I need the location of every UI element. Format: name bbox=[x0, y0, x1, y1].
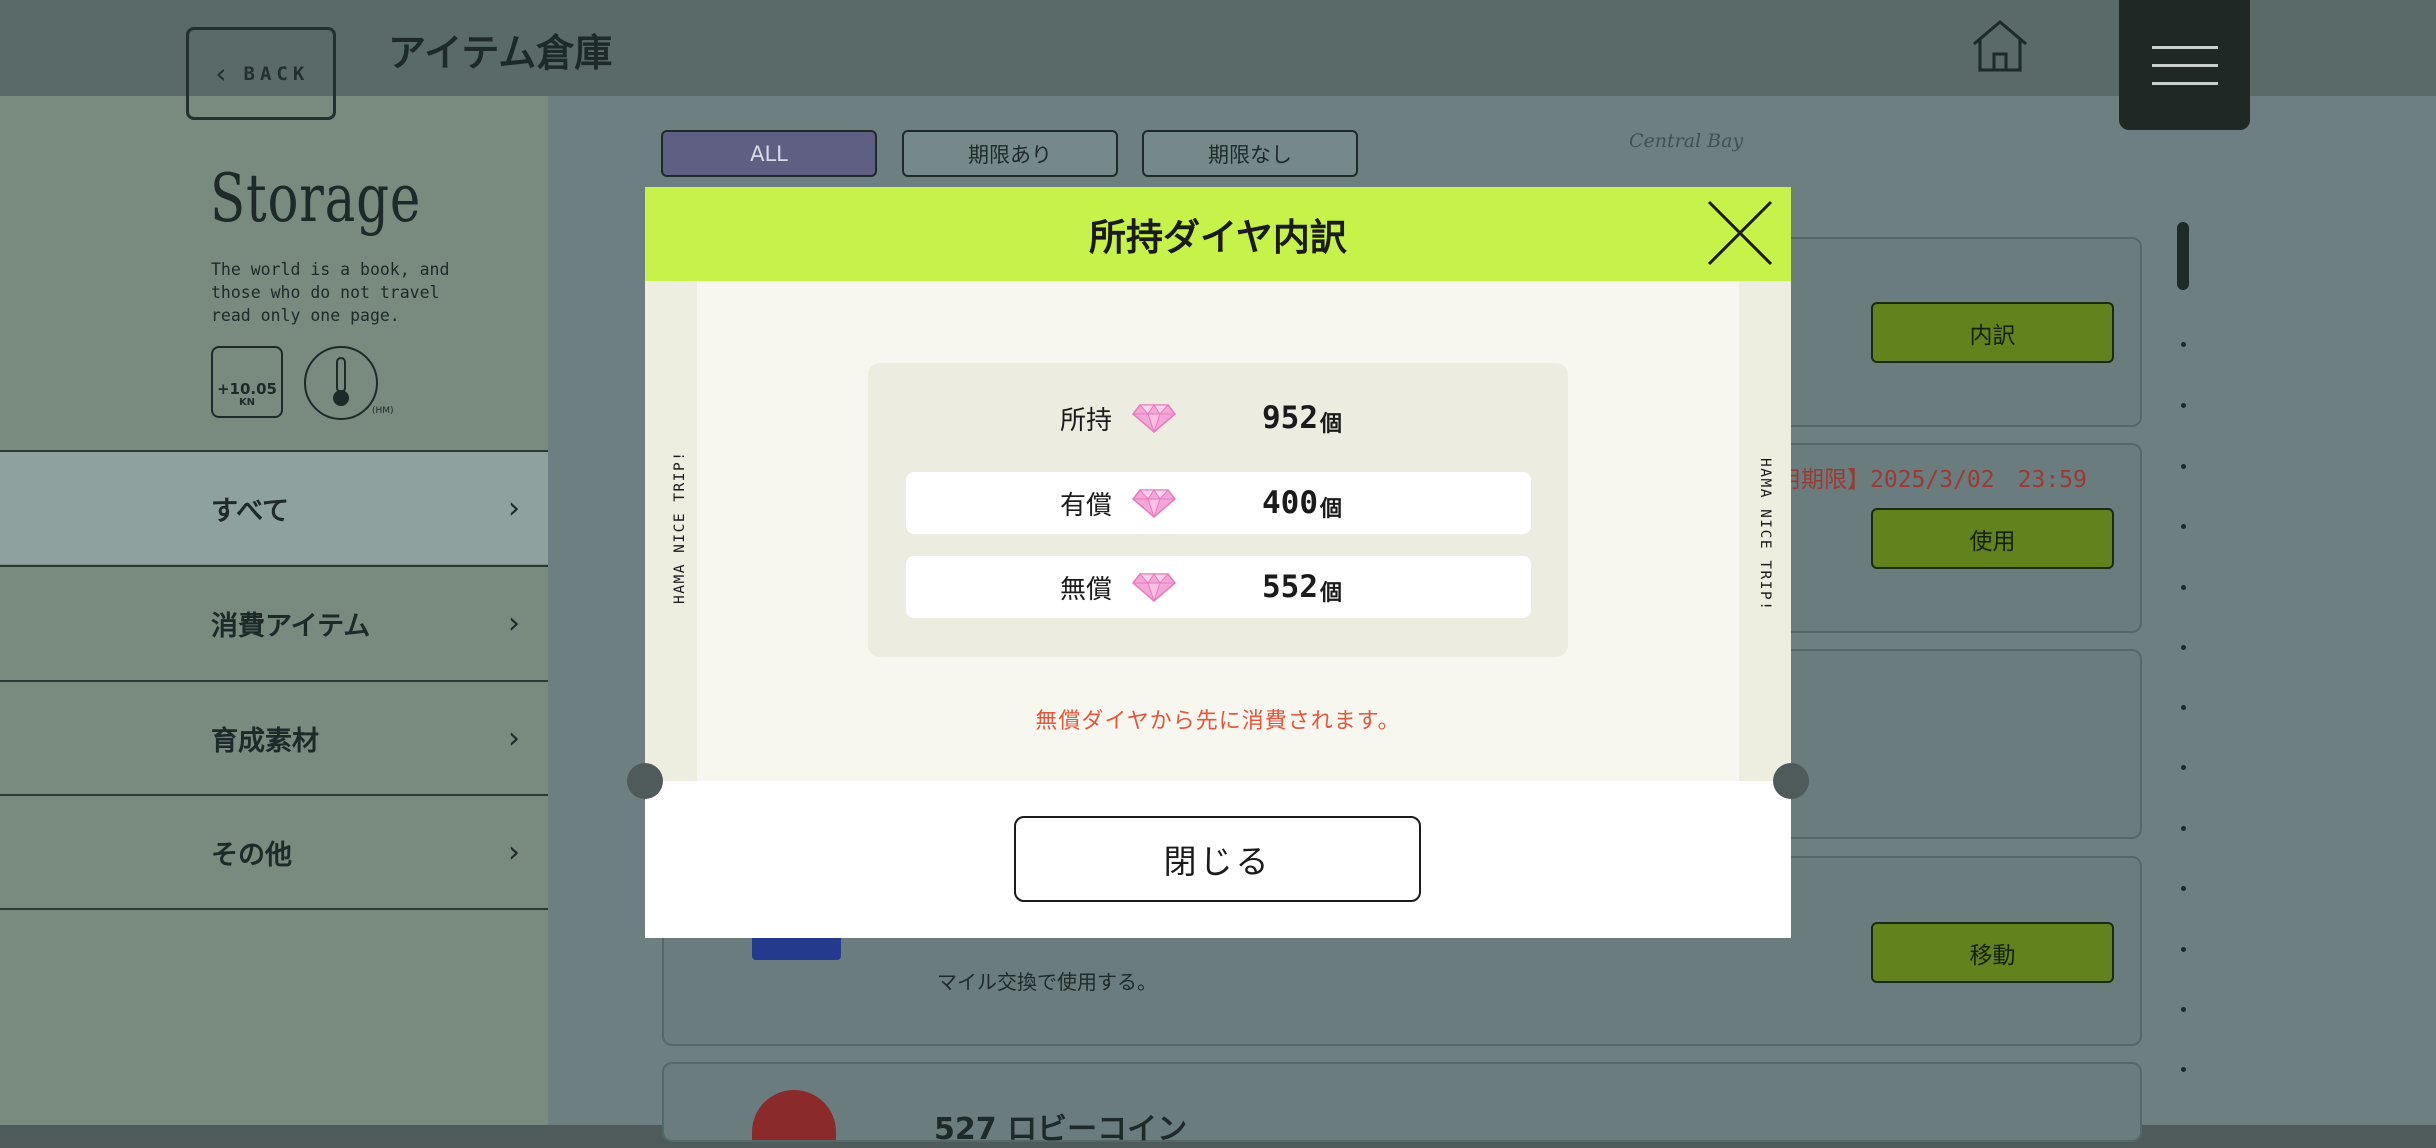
scroll-dot bbox=[2181, 464, 2186, 469]
sidebar-item-consumables[interactable]: 消費アイテム › bbox=[0, 565, 548, 679]
modal-header: 所持ダイヤ内訳 bbox=[645, 187, 1791, 281]
scroll-dot bbox=[2181, 765, 2186, 770]
consumption-notice: 無償ダイヤから先に消費されます。 bbox=[1035, 709, 1401, 734]
wind-value: +10.05 bbox=[216, 380, 277, 398]
expiry-text: 用期限】2025/3/02 23:59 bbox=[1778, 467, 2087, 493]
scroll-dot bbox=[2181, 1067, 2186, 1072]
tab-no-expiry[interactable]: 期限なし bbox=[1142, 130, 1358, 177]
storage-title: Storage bbox=[210, 160, 422, 237]
chevron-right-icon: › bbox=[508, 720, 520, 756]
row-unit: 個 bbox=[1320, 497, 1343, 522]
scrollbar-thumb[interactable] bbox=[2177, 222, 2189, 290]
use-button[interactable]: 使用 bbox=[1871, 508, 2114, 569]
top-bar bbox=[0, 0, 2436, 96]
sidebar-item-label: 消費アイテム bbox=[211, 610, 371, 642]
diamond-gem-icon bbox=[1132, 573, 1176, 602]
home-icon[interactable] bbox=[1968, 16, 2032, 76]
chevron-right-icon: › bbox=[508, 490, 520, 526]
sidebar-item-other[interactable]: その他 › bbox=[0, 794, 548, 908]
storage-quote: The world is a book, and those who do no… bbox=[211, 260, 450, 325]
item-name: 527 ロビーコイン bbox=[934, 1112, 1188, 1147]
owned-row: 所持 952 個 bbox=[906, 387, 1531, 449]
row-label: 無償 bbox=[1059, 574, 1112, 605]
sidebar-item-materials[interactable]: 育成素材 › bbox=[0, 680, 548, 794]
wind-speed-icon: +10.05 KN bbox=[211, 346, 283, 418]
scroll-dot bbox=[2181, 645, 2186, 650]
diamond-gem-icon bbox=[1132, 489, 1176, 518]
page-title: アイテム倉庫 bbox=[388, 31, 613, 75]
scroll-dot bbox=[2181, 585, 2186, 590]
row-value: 952 bbox=[1262, 400, 1318, 436]
side-text-right: HAMA NICE TRIP! bbox=[1757, 458, 1773, 612]
tab-with-expiry[interactable]: 期限あり bbox=[902, 130, 1118, 177]
sidebar-item-all[interactable]: すべて › bbox=[0, 450, 548, 564]
chevron-left-icon: ‹ bbox=[212, 57, 230, 90]
scroll-dot bbox=[2181, 403, 2186, 408]
close-icon[interactable] bbox=[1707, 200, 1773, 266]
chevron-right-icon: › bbox=[508, 605, 520, 641]
row-unit: 個 bbox=[1320, 412, 1343, 437]
back-button[interactable]: ‹ BACK bbox=[186, 27, 336, 120]
sidebar-item-label: その他 bbox=[211, 839, 292, 871]
map-label: Central Bay bbox=[1629, 130, 1744, 152]
paid-row: 有償 400 個 bbox=[906, 472, 1531, 534]
thermometer-icon bbox=[304, 346, 378, 420]
ticket-notch-right bbox=[1773, 763, 1809, 799]
sidebar-item-label: すべて bbox=[211, 495, 290, 527]
tab-all[interactable]: ALL bbox=[661, 130, 877, 177]
back-label: BACK bbox=[243, 62, 310, 85]
item-card bbox=[662, 1062, 2142, 1142]
sidebar-item-label: 育成素材 bbox=[211, 725, 319, 757]
scroll-dot bbox=[2181, 705, 2186, 710]
thermometer-unit: (HM) bbox=[372, 406, 394, 416]
scroll-dot bbox=[2181, 342, 2186, 347]
wind-unit: KN bbox=[238, 397, 256, 408]
diamond-gem-icon bbox=[1132, 404, 1176, 433]
breakdown-button[interactable]: 内訳 bbox=[1871, 302, 2114, 363]
item-description: マイル交換で使用する。 bbox=[937, 970, 1157, 994]
move-button[interactable]: 移動 bbox=[1871, 922, 2114, 983]
row-value: 552 bbox=[1262, 569, 1318, 605]
side-text-left: HAMA NICE TRIP! bbox=[672, 450, 688, 604]
ticket-notch-left bbox=[627, 763, 663, 799]
scroll-dot bbox=[2181, 826, 2186, 831]
divider bbox=[0, 908, 548, 910]
row-unit: 個 bbox=[1320, 581, 1343, 606]
row-value: 400 bbox=[1262, 485, 1318, 521]
row-label: 所持 bbox=[1059, 405, 1112, 436]
scroll-dot bbox=[2181, 886, 2186, 891]
hamburger-menu-icon[interactable] bbox=[2119, 0, 2250, 130]
scroll-dot bbox=[2181, 524, 2186, 529]
scroll-dot bbox=[2181, 947, 2186, 952]
close-button[interactable]: 閉じる bbox=[1014, 816, 1421, 902]
scroll-dot bbox=[2181, 1007, 2186, 1012]
row-label: 有償 bbox=[1059, 490, 1112, 521]
chevron-right-icon: › bbox=[508, 834, 520, 870]
free-row: 無償 552 個 bbox=[906, 556, 1531, 618]
modal-title: 所持ダイヤ内訳 bbox=[1089, 216, 1347, 259]
